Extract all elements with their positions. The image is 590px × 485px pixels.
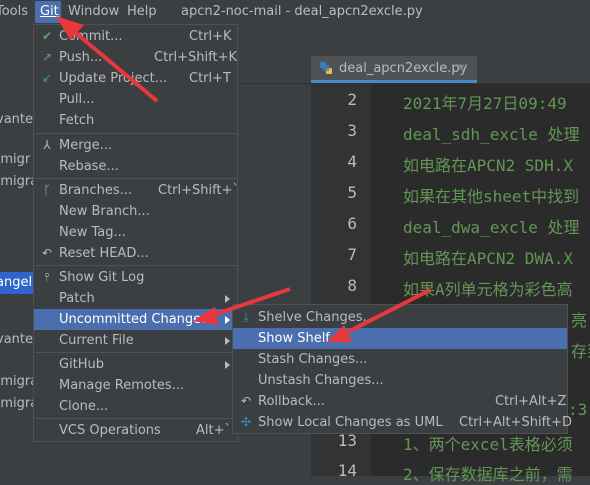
annotation-arrowhead xyxy=(193,307,218,325)
annotation-arrow-show-shelf xyxy=(343,288,431,336)
annotation-arrows xyxy=(56,16,431,342)
annotation-arrow-git xyxy=(68,26,159,103)
annotation-arrow-uncommitted xyxy=(209,287,291,318)
